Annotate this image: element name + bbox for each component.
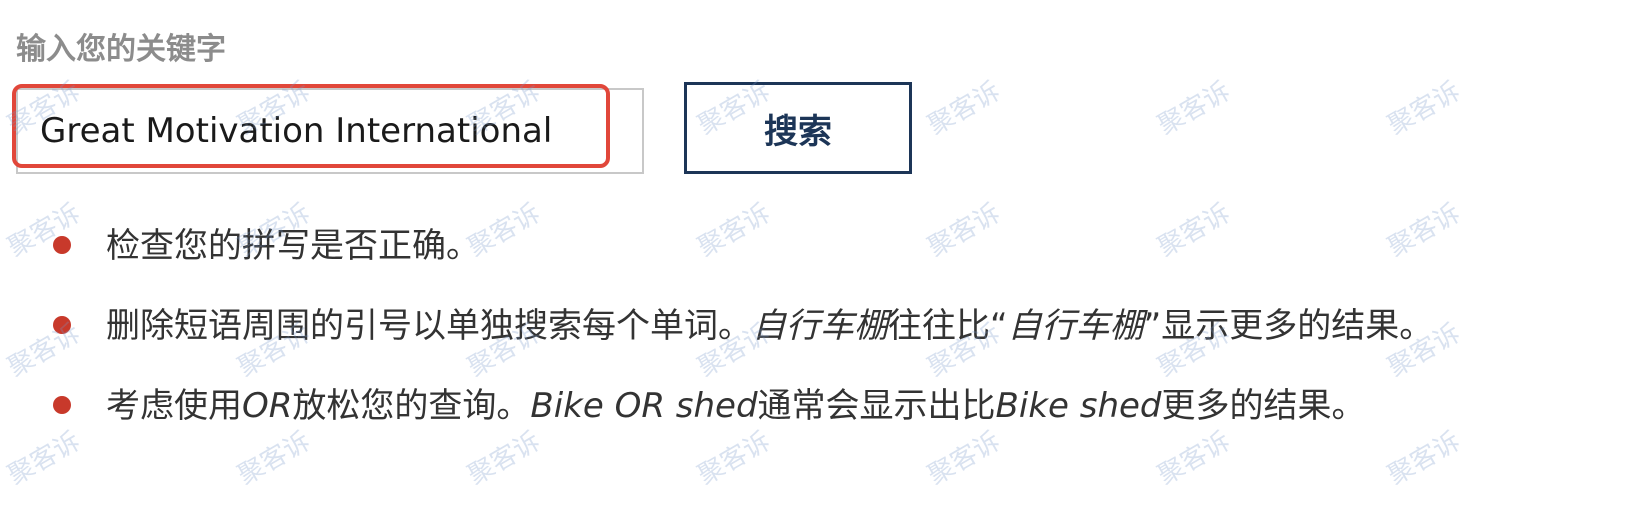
watermark-text: 聚客诉 bbox=[923, 76, 1006, 142]
search-tips-list: 检查您的拼写是否正确。 删除短语周围的引号以单独搜索每个单词。自行车棚往往比“自… bbox=[0, 218, 1644, 458]
tip-example: OR bbox=[242, 386, 293, 426]
watermark-text: 聚客诉 bbox=[1383, 76, 1466, 142]
search-input[interactable] bbox=[16, 88, 644, 174]
search-results-page: 输入您的关键字 搜索 检查您的拼写是否正确。 删除短语周围的引号以单独搜索每个单… bbox=[0, 0, 1644, 510]
tip-text: 往往比“ bbox=[888, 306, 1008, 346]
tip-example: 自行车棚 bbox=[752, 306, 888, 346]
tip-example: Bike OR shed bbox=[530, 386, 758, 426]
bullet-icon bbox=[53, 396, 71, 414]
tip-text: ”显示更多的结果。 bbox=[1143, 306, 1434, 346]
bullet-icon bbox=[53, 316, 71, 334]
tip-text: 检查您的拼写是否正确。 bbox=[106, 226, 480, 266]
search-button[interactable]: 搜索 bbox=[684, 82, 912, 174]
watermark-text: 聚客诉 bbox=[1153, 76, 1236, 142]
tip-example: Bike shed bbox=[995, 386, 1162, 426]
tip-example: 自行车棚 bbox=[1007, 306, 1144, 346]
tip-text: 删除短语周围的引号以单独搜索每个单词。 bbox=[106, 306, 752, 346]
tip-text: 放松您的查询。 bbox=[292, 386, 531, 426]
tip-text: 考虑使用 bbox=[106, 386, 242, 426]
list-item: 考虑使用OR放松您的查询。Bike OR shed通常会显示出比Bike she… bbox=[0, 378, 1644, 458]
tip-text: 通常会显示出比 bbox=[757, 386, 996, 426]
search-field-label: 输入您的关键字 bbox=[16, 32, 226, 67]
tip-text: 更多的结果。 bbox=[1161, 386, 1366, 426]
list-item: 检查您的拼写是否正确。 bbox=[0, 218, 1644, 298]
list-item: 删除短语周围的引号以单独搜索每个单词。自行车棚往往比“自行车棚”显示更多的结果。 bbox=[0, 298, 1644, 378]
bullet-icon bbox=[53, 236, 71, 254]
